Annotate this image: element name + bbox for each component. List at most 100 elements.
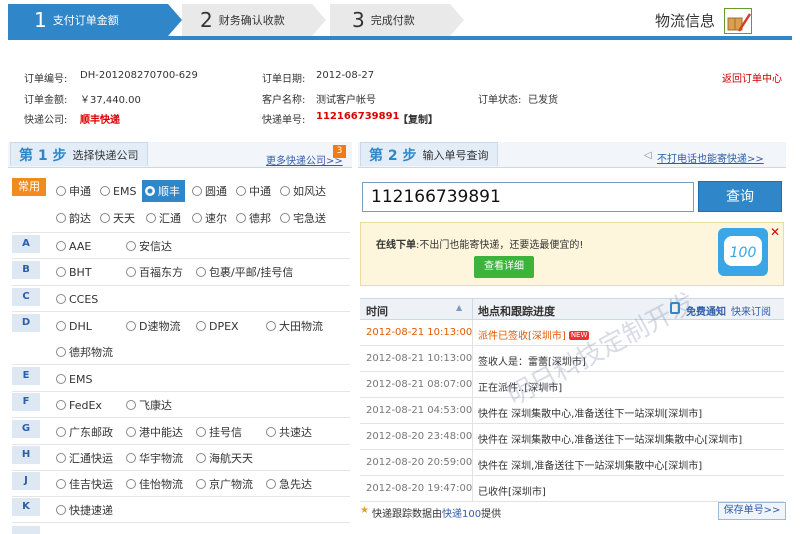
step-arrow (168, 4, 182, 36)
letter-tag-b: B (12, 261, 40, 279)
divider (12, 258, 350, 259)
courier-radio[interactable]: 海航天天 (196, 447, 253, 469)
courier-radio[interactable]: EMS (100, 180, 136, 202)
step2-text: 输入单号查询 (422, 148, 489, 162)
courier-radio[interactable]: EMS (56, 368, 92, 390)
star-icon: ★ (360, 505, 369, 516)
courier-radio[interactable]: 中通 (236, 180, 271, 202)
courier-radio[interactable]: 广东邮政 (56, 421, 113, 443)
divider (12, 391, 350, 392)
courier-radio[interactable]: 申通 (56, 180, 91, 202)
divider (12, 285, 350, 286)
tracking-row: 2012-08-20 19:47:00 已收件[深圳市] (360, 476, 784, 502)
order-no: DH-201208270700-629 (80, 70, 198, 81)
divider (12, 444, 350, 445)
letter-tag-d: D (12, 314, 40, 332)
courier-radio-selected[interactable]: 顺丰 (142, 180, 185, 202)
courier-radio[interactable]: 华宇物流 (126, 447, 183, 469)
col-desc-header: 地点和跟踪进度 (478, 305, 555, 318)
tracking-row: 2012-08-20 23:48:00 快件在 深圳集散中心,准备送往下一站深圳集… (360, 424, 784, 450)
step2-title: 第 2 步 输入单号查询 (360, 142, 498, 166)
more-couriers-link[interactable]: 更多快递公司>> (266, 152, 343, 167)
courier-radio[interactable]: 共速达 (266, 421, 312, 443)
copy-link[interactable]: 【复制】 (398, 111, 438, 126)
divider (12, 522, 350, 523)
courier-radio[interactable]: 汇通快运 (56, 447, 113, 469)
courier-radio[interactable]: 飞康达 (126, 394, 172, 416)
courier-radio[interactable]: CCES (56, 288, 98, 310)
courier-radio[interactable]: 挂号信 (196, 421, 242, 443)
courier-radio[interactable]: 速尔 (192, 207, 227, 229)
order-amount-label: 订单金额: (24, 95, 68, 106)
step2-number: 第 2 步 (369, 147, 417, 164)
courier100-link[interactable]: 快递100 (442, 509, 481, 520)
step-arrow (312, 4, 326, 36)
letter-tag-k: K (12, 498, 40, 516)
courier-radio[interactable]: 包裹/平邮/挂号信 (196, 261, 293, 283)
close-icon[interactable]: ✕ (770, 225, 780, 239)
courier-radio[interactable]: 德邦物流 (56, 341, 113, 363)
common-tag: 常用 (12, 178, 46, 196)
courier-radio[interactable]: 佳怡物流 (126, 473, 183, 495)
more-couriers-badge: 3 (333, 145, 346, 158)
back-to-order-center-link[interactable]: 返回订单中心 (722, 70, 782, 85)
courier-radio[interactable]: DHL (56, 315, 92, 337)
courier-radio[interactable]: 德邦 (236, 207, 271, 229)
save-waybill-button[interactable]: 保存单号>> (718, 502, 786, 520)
letter-tag-h: H (12, 446, 40, 464)
divider (12, 364, 350, 365)
order-status: 已发货 (528, 95, 558, 106)
letter-tag-partial (12, 526, 40, 534)
customer-name: 测试客户帐号 (316, 95, 376, 106)
no-call-courier-link[interactable]: 不打电话也能寄快递>> (657, 150, 764, 165)
courier-radio[interactable]: 京广物流 (196, 473, 253, 495)
courier-radio[interactable]: 港中能达 (126, 421, 183, 443)
sort-icon[interactable]: ▲ (456, 303, 462, 312)
view-details-button[interactable]: 查看详细 (474, 256, 534, 278)
col-time-header[interactable]: 时间 (366, 303, 388, 319)
courier-radio[interactable]: 韵达 (56, 207, 91, 229)
courier-radio[interactable]: 快捷速递 (56, 499, 113, 521)
letter-tag-j: J (12, 472, 40, 490)
step1-title: 第 1 步 选择快递公司 (10, 142, 148, 166)
letter-tag-g: G (12, 420, 40, 438)
divider (12, 470, 350, 471)
letter-tag-a: A (12, 235, 40, 253)
customer-name-label: 客户名称: (262, 95, 306, 106)
waybill-label: 快递单号: (262, 115, 306, 126)
order-date-label: 订单日期: (262, 74, 306, 85)
divider (12, 311, 350, 312)
courier-radio[interactable]: 大田物流 (266, 315, 323, 337)
courier-company-label: 快递公司: (24, 115, 68, 126)
courier-radio[interactable]: BHT (56, 261, 92, 283)
letter-tag-f: F (12, 393, 40, 411)
courier-radio[interactable]: 急先达 (266, 473, 312, 495)
courier-radio[interactable]: 圆通 (192, 180, 227, 202)
divider (12, 496, 350, 497)
ad-text: 在线下单:不出门也能寄快递，还要选最便宜的! (376, 236, 583, 251)
courier-radio[interactable]: DPEX (196, 315, 239, 337)
step-label: 完成付款 (370, 14, 415, 27)
step-complete-payment: 3 完成付款 (330, 4, 450, 36)
step-finance-confirm: 2 财务确认收款 (182, 4, 312, 36)
ad-description: :不出门也能寄快递，还要选最便宜的! (416, 240, 584, 251)
step1-text: 选择快递公司 (72, 148, 139, 162)
courier-radio[interactable]: 如风达 (280, 180, 326, 202)
courier-radio[interactable]: 百福东方 (126, 261, 183, 283)
courier-radio[interactable]: 安信达 (126, 235, 172, 257)
courier-radio[interactable]: 佳吉快运 (56, 473, 113, 495)
courier-radio[interactable]: FedEx (56, 394, 102, 416)
courier-100-logo-icon: 100 (718, 228, 768, 276)
courier-radio[interactable]: AAE (56, 235, 91, 257)
subscribe-link[interactable]: 快来订阅 (731, 303, 771, 318)
order-date: 2012-08-27 (316, 70, 375, 81)
courier-radio[interactable]: 天天 (100, 207, 135, 229)
query-button[interactable]: 查询 (698, 181, 782, 212)
divider (12, 232, 350, 233)
courier-radio[interactable]: 汇通 (146, 207, 181, 229)
speaker-icon: ◁ (644, 150, 652, 161)
courier-radio[interactable]: D速物流 (126, 315, 180, 337)
order-status-label: 订单状态: (478, 95, 522, 106)
waybill-query-input[interactable]: 112166739891 (362, 182, 694, 212)
courier-radio[interactable]: 宅急送 (280, 207, 326, 229)
